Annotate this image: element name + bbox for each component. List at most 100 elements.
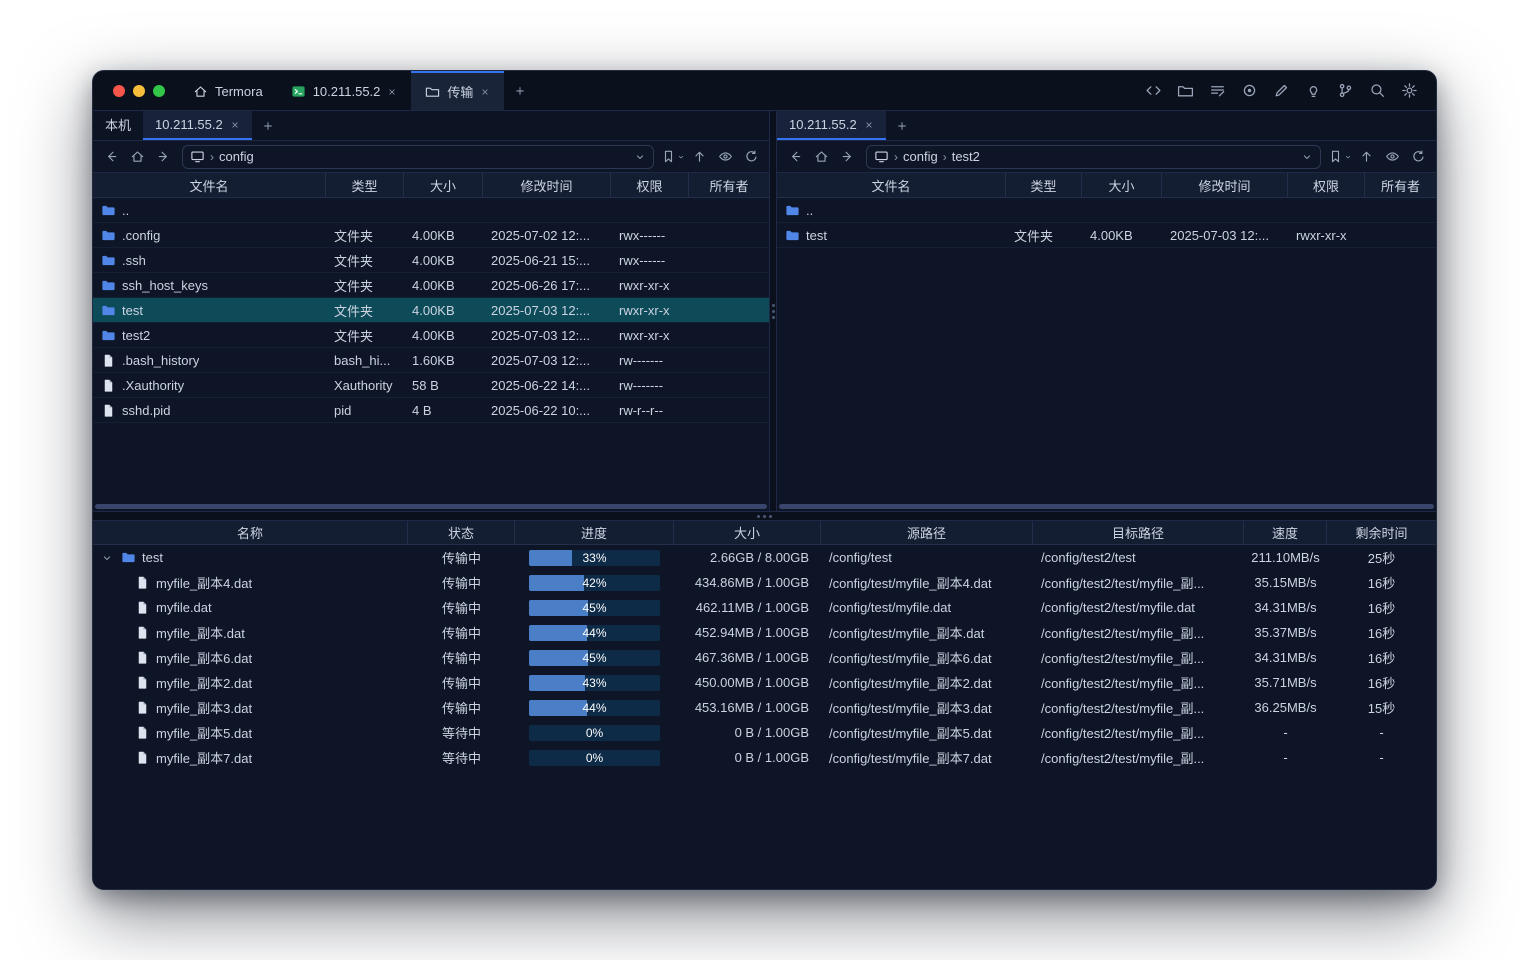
bookmark-button[interactable] xyxy=(661,145,685,169)
plus-icon xyxy=(262,120,274,132)
back-button[interactable] xyxy=(783,145,807,169)
window-tab-host[interactable]: 10.211.55.2 xyxy=(277,71,412,110)
column-header[interactable]: 文件名 xyxy=(93,173,326,197)
column-header[interactable]: 类型 xyxy=(1006,173,1082,197)
column-header[interactable]: 文件名 xyxy=(777,173,1006,197)
scrollbar-thumb[interactable] xyxy=(95,504,767,509)
column-header[interactable]: 目标路径 xyxy=(1033,521,1244,544)
folder-o-button[interactable] xyxy=(1177,82,1194,99)
column-header[interactable]: 进度 xyxy=(515,521,674,544)
column-header[interactable]: 权限 xyxy=(611,173,689,197)
transfer-row[interactable]: myfile_副本2.dat传输中43%450.00MB / 1.00GB/co… xyxy=(93,670,1436,695)
left-pane-tab[interactable]: 本机 xyxy=(93,111,143,140)
scrollbar-thumb[interactable] xyxy=(779,504,1434,509)
show-hidden-button[interactable] xyxy=(1380,145,1404,169)
file-row[interactable]: .ssh文件夹4.00KB2025-06-21 15:...rwx------ xyxy=(93,248,769,273)
file-row[interactable]: test文件夹4.00KB2025-07-03 12:...rwxr-xr-x xyxy=(777,223,1436,248)
horizontal-scrollbar[interactable] xyxy=(777,501,1436,511)
close-window-button[interactable] xyxy=(113,85,125,97)
search-button[interactable] xyxy=(1369,82,1386,99)
transfer-row[interactable]: myfile_副本.dat传输中44%452.94MB / 1.00GB/con… xyxy=(93,620,1436,645)
new-window-tab-button[interactable] xyxy=(504,71,536,110)
column-header[interactable]: 修改时间 xyxy=(1162,173,1288,197)
minimize-window-button[interactable] xyxy=(133,85,145,97)
chevron-down-icon[interactable] xyxy=(1301,151,1313,163)
file-name: test xyxy=(806,228,827,243)
column-header[interactable]: 类型 xyxy=(326,173,404,197)
close-tab-icon[interactable] xyxy=(387,87,397,97)
chevdown-icon xyxy=(677,153,685,161)
forward-button[interactable] xyxy=(835,145,859,169)
transfer-splitter[interactable] xyxy=(93,511,1436,521)
left-pane-tab[interactable]: 10.211.55.2 xyxy=(143,111,252,140)
collapse-icon[interactable] xyxy=(101,552,113,564)
file-row[interactable]: .XauthorityXauthority58 B2025-06-22 14:.… xyxy=(93,373,769,398)
back-button[interactable] xyxy=(99,145,123,169)
transfer-row[interactable]: test传输中33%2.66GB / 8.00GB/config/test/co… xyxy=(93,545,1436,570)
breadcrumb-item[interactable]: config xyxy=(219,149,254,164)
column-header[interactable]: 名称 xyxy=(93,521,408,544)
window-tab-termora[interactable]: Termora xyxy=(179,71,277,110)
code-button[interactable] xyxy=(1145,82,1162,99)
column-header[interactable]: 大小 xyxy=(404,173,483,197)
breadcrumb[interactable]: ›config›test2 xyxy=(866,145,1321,169)
zoom-window-button[interactable] xyxy=(153,85,165,97)
close-tab-icon[interactable] xyxy=(230,120,240,130)
column-header[interactable]: 速度 xyxy=(1244,521,1327,544)
up-button[interactable] xyxy=(687,145,711,169)
column-header[interactable]: 修改时间 xyxy=(483,173,611,197)
refresh-button[interactable] xyxy=(739,145,763,169)
close-tab-icon[interactable] xyxy=(480,87,490,97)
file-row[interactable]: test2文件夹4.00KB2025-07-03 12:...rwxr-xr-x xyxy=(93,323,769,348)
right-pane-tab[interactable]: 10.211.55.2 xyxy=(777,111,886,140)
transfer-row[interactable]: myfile_副本5.dat等待中0%0 B / 1.00GB/config/t… xyxy=(93,720,1436,745)
file-row[interactable]: ssh_host_keys文件夹4.00KB2025-06-26 17:...r… xyxy=(93,273,769,298)
transfer-row[interactable]: myfile_副本7.dat等待中0%0 B / 1.00GB/config/t… xyxy=(93,745,1436,770)
pencil-button[interactable] xyxy=(1273,82,1290,99)
column-header[interactable]: 源路径 xyxy=(821,521,1033,544)
lamp-button[interactable] xyxy=(1305,82,1322,99)
file-row[interactable]: sshd.pidpid4 B2025-06-22 10:...rw-r--r-- xyxy=(93,398,769,423)
bookmark-button[interactable] xyxy=(1328,145,1352,169)
column-header[interactable]: 状态 xyxy=(408,521,515,544)
gear-button[interactable] xyxy=(1401,82,1418,99)
breadcrumb[interactable]: ›config xyxy=(182,145,654,169)
breadcrumb-item[interactable]: test2 xyxy=(952,149,980,164)
file-row[interactable]: test文件夹4.00KB2025-07-03 12:...rwxr-xr-x xyxy=(93,298,769,323)
transfer-row[interactable]: myfile_副本4.dat传输中42%434.86MB / 1.00GB/co… xyxy=(93,570,1436,595)
left-pane-new-tab-button[interactable] xyxy=(252,111,284,140)
column-header[interactable]: 大小 xyxy=(1082,173,1162,197)
list-button[interactable] xyxy=(1209,82,1226,99)
plus-icon xyxy=(514,85,526,97)
column-header[interactable]: 大小 xyxy=(674,521,821,544)
refresh-button[interactable] xyxy=(1406,145,1430,169)
window-tab-transfer[interactable]: 传输 xyxy=(411,71,504,110)
file-row[interactable]: .config文件夹4.00KB2025-07-02 12:...rwx----… xyxy=(93,223,769,248)
branch-button[interactable] xyxy=(1337,82,1354,99)
file-row[interactable]: .bash_historybash_hi...1.60KB2025-07-03 … xyxy=(93,348,769,373)
transfer-row[interactable]: myfile_副本6.dat传输中45%467.36MB / 1.00GB/co… xyxy=(93,645,1436,670)
transfer-row[interactable]: myfile.dat传输中45%462.11MB / 1.00GB/config… xyxy=(93,595,1436,620)
column-header[interactable]: 权限 xyxy=(1288,173,1365,197)
panel-splitter[interactable] xyxy=(769,111,777,511)
file-perm: rwx------ xyxy=(611,223,689,247)
home-button[interactable] xyxy=(125,145,149,169)
show-hidden-button[interactable] xyxy=(713,145,737,169)
chevron-down-icon[interactable] xyxy=(634,151,646,163)
file-size: 58 B xyxy=(404,373,483,397)
right-pane-new-tab-button[interactable] xyxy=(886,111,918,140)
back-icon xyxy=(788,149,803,164)
column-header[interactable]: 所有者 xyxy=(1365,173,1436,197)
file-row[interactable]: .. xyxy=(93,198,769,223)
column-header[interactable]: 所有者 xyxy=(689,173,769,197)
column-header[interactable]: 剩余时间 xyxy=(1327,521,1436,544)
home-button[interactable] xyxy=(809,145,833,169)
up-button[interactable] xyxy=(1354,145,1378,169)
transfer-row[interactable]: myfile_副本3.dat传输中44%453.16MB / 1.00GB/co… xyxy=(93,695,1436,720)
file-row[interactable]: .. xyxy=(777,198,1436,223)
forward-button[interactable] xyxy=(151,145,175,169)
horizontal-scrollbar[interactable] xyxy=(93,501,769,511)
breadcrumb-item[interactable]: config xyxy=(903,149,938,164)
close-tab-icon[interactable] xyxy=(864,120,874,130)
record-button[interactable] xyxy=(1241,82,1258,99)
